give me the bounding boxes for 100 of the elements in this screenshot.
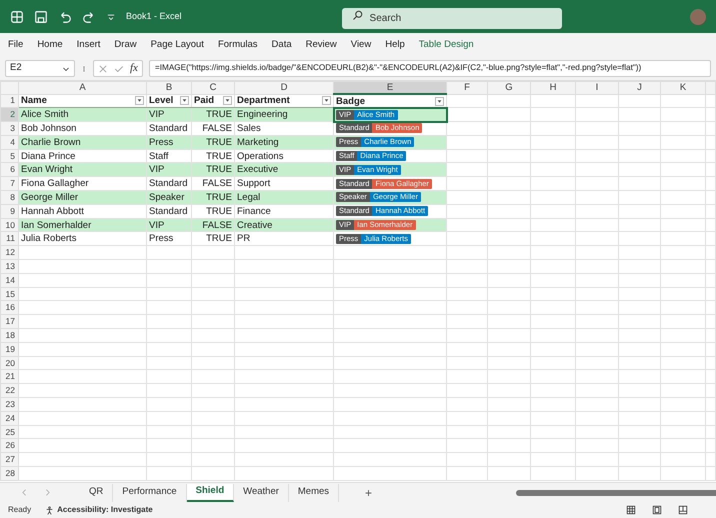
- table-cell: Bob Johnson: [18, 122, 146, 136]
- search-field[interactable]: Search: [342, 8, 562, 28]
- row-header[interactable]: 8: [0, 190, 18, 204]
- table-cell: Executive: [234, 162, 334, 177]
- page-layout-icon[interactable]: [652, 505, 662, 515]
- column-header[interactable]: J: [618, 82, 660, 94]
- ribbon-tab[interactable]: Review: [306, 38, 337, 52]
- row-header[interactable]: 6: [0, 162, 18, 177]
- row-header[interactable]: 21: [0, 370, 18, 384]
- column-header[interactable]: C: [192, 82, 234, 94]
- row-header[interactable]: 24: [0, 411, 18, 426]
- save-icon[interactable]: [34, 10, 48, 24]
- row-header[interactable]: 26: [0, 438, 18, 453]
- row-header[interactable]: 5: [0, 149, 18, 163]
- filter-dropdown[interactable]: [435, 96, 444, 106]
- table-cell: Engineering: [234, 108, 334, 122]
- row-header[interactable]: 14: [0, 273, 18, 288]
- table-cell: George Miller: [18, 190, 146, 204]
- column-header[interactable]: K: [660, 82, 706, 94]
- ribbon-tab[interactable]: Table Design: [418, 38, 474, 52]
- row-header[interactable]: 11: [0, 232, 18, 246]
- ribbon-tab[interactable]: Data: [272, 38, 292, 52]
- column-header[interactable]: A: [18, 82, 146, 94]
- row-header[interactable]: 25: [0, 425, 18, 439]
- filter-dropdown[interactable]: [135, 96, 144, 106]
- row-header[interactable]: 27: [0, 452, 18, 467]
- column-header[interactable]: H: [530, 82, 576, 94]
- normal-view-icon[interactable]: [626, 505, 636, 515]
- row-header[interactable]: 4: [0, 135, 18, 150]
- row-header[interactable]: 12: [0, 246, 18, 260]
- sheet-tab[interactable]: Shield: [186, 484, 234, 502]
- row-header[interactable]: 2: [0, 108, 18, 122]
- caret-down-icon: [437, 98, 442, 104]
- add-sheet-button[interactable]: +: [365, 484, 372, 502]
- column-header[interactable]: B: [146, 82, 192, 94]
- row-header[interactable]: 16: [0, 300, 18, 315]
- table-cell: TRUE: [192, 135, 234, 150]
- redo-icon[interactable]: [82, 10, 96, 24]
- row-header[interactable]: 7: [0, 176, 18, 191]
- caret-down-icon: [182, 98, 187, 104]
- check-icon[interactable]: [114, 64, 124, 74]
- formula-field[interactable]: =IMAGE("https://img.shields.io/badge/"&ENCODEURL(B2)&"-"&ENCODEURL(A2)&IF(C2,"-blue.png?style=flat","-red.png?style=flat")): [148, 60, 711, 77]
- column-header[interactable]: F: [446, 82, 488, 94]
- row-header[interactable]: 23: [0, 398, 18, 412]
- row-header[interactable]: 15: [0, 287, 18, 301]
- ribbon-tab[interactable]: Draw: [114, 38, 137, 52]
- table-cell: VIP: [146, 218, 192, 232]
- table-cell: Speaker: [146, 190, 192, 204]
- ribbon-tab[interactable]: View: [350, 38, 372, 52]
- row-header[interactable]: 18: [0, 328, 18, 342]
- ribbon-tab[interactable]: Formulas: [218, 38, 258, 52]
- name-box[interactable]: E2: [5, 60, 75, 77]
- accessibility-status[interactable]: Accessibility: Investigate: [57, 504, 153, 516]
- column-header[interactable]: D: [234, 82, 334, 94]
- row-header[interactable]: 9: [0, 204, 18, 218]
- table-cell: TRUE: [192, 108, 234, 122]
- row-header[interactable]: 17: [0, 314, 18, 329]
- row-header[interactable]: 3: [0, 122, 18, 136]
- row-header[interactable]: 20: [0, 356, 18, 370]
- table-cell: Alice Smith: [18, 108, 146, 122]
- filter-dropdown[interactable]: [180, 96, 189, 106]
- filter-dropdown[interactable]: [322, 96, 331, 106]
- table-cell: Finance: [234, 204, 334, 218]
- ribbon-tab[interactable]: Page Layout: [150, 38, 204, 52]
- table-cell: Legal: [234, 190, 334, 204]
- table-cell: Press: [146, 135, 192, 150]
- column-header[interactable]: E: [334, 82, 446, 94]
- horizontal-scrollbar[interactable]: [516, 490, 716, 496]
- excel-logo-icon[interactable]: [10, 10, 24, 24]
- table-cell: Hannah Abbott: [18, 204, 146, 218]
- column-header[interactable]: I: [576, 82, 618, 94]
- ribbon-tab[interactable]: Insert: [76, 38, 100, 52]
- table-cell: PR: [234, 232, 334, 246]
- table-cell: Sales: [234, 122, 334, 136]
- table-cell: Marketing: [234, 135, 334, 150]
- ribbon-tab[interactable]: Help: [385, 38, 405, 52]
- page-break-icon[interactable]: [678, 505, 688, 515]
- row-header[interactable]: 22: [0, 384, 18, 398]
- ribbon-tab[interactable]: Home: [37, 38, 63, 52]
- table-cell: Creative: [234, 218, 334, 232]
- row-header[interactable]: 28: [0, 466, 18, 480]
- table-cell: Ian Somerhalder: [18, 218, 146, 232]
- search-icon[interactable]: [352, 8, 364, 20]
- table-cell: VIP: [146, 162, 192, 177]
- cancel-icon[interactable]: [98, 64, 108, 74]
- row-header[interactable]: 13: [0, 260, 18, 274]
- customize-icon[interactable]: [106, 12, 116, 22]
- row-header[interactable]: 1: [0, 94, 18, 108]
- row-header[interactable]: 10: [0, 218, 18, 232]
- insert-function-button[interactable]: fx: [130, 60, 138, 77]
- accessibility-icon[interactable]: [45, 506, 54, 514]
- row-header[interactable]: 19: [0, 342, 18, 356]
- status-ready: Ready: [8, 504, 32, 516]
- table-cell: TRUE: [192, 232, 234, 246]
- filter-dropdown[interactable]: [223, 96, 232, 106]
- table-cell: TRUE: [192, 162, 234, 177]
- column-header[interactable]: G: [488, 82, 530, 94]
- table-cell: VIP: [146, 108, 192, 122]
- undo-icon[interactable]: [58, 10, 72, 24]
- ribbon-tab[interactable]: File: [8, 38, 24, 52]
